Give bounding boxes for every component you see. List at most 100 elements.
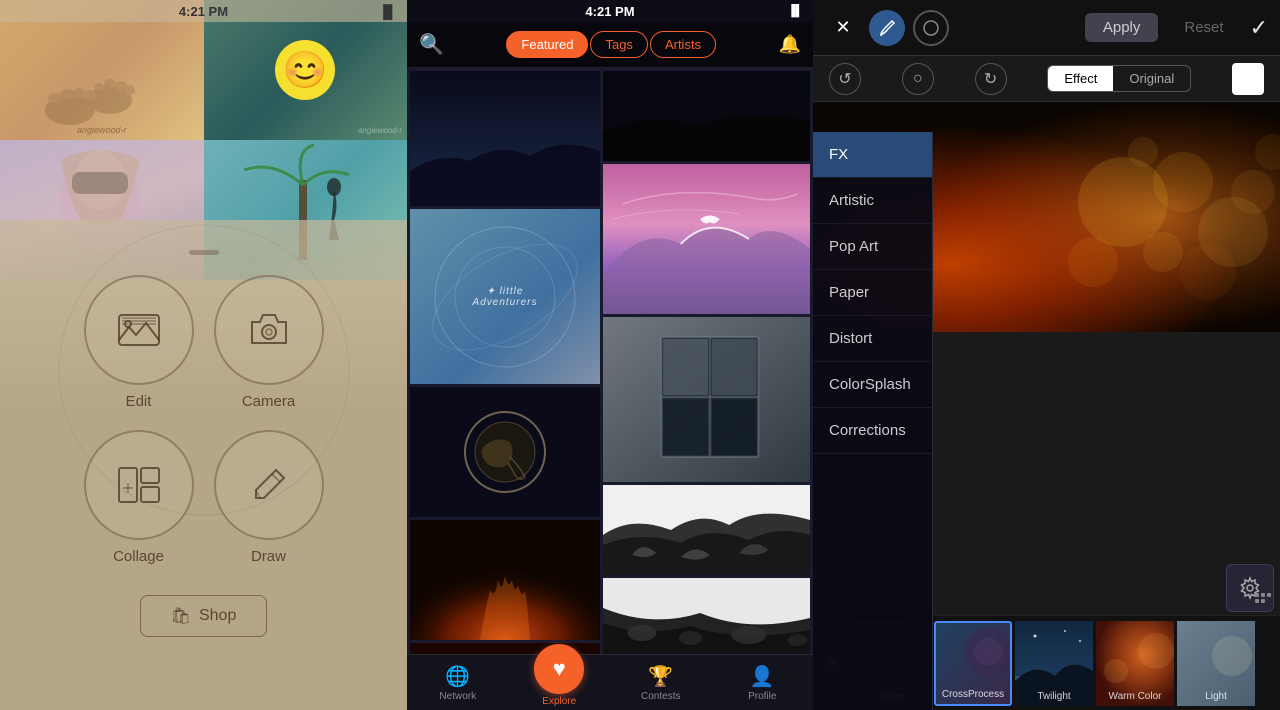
collage-icon [114,460,164,510]
tab-featured[interactable]: Featured [506,31,588,58]
filter-twilight-label: Twilight [1037,691,1070,702]
menu-paper[interactable]: Paper [813,270,932,316]
undo-button[interactable]: ↺ [829,63,861,95]
bell-icon[interactable]: 🔔 [779,34,801,55]
menu-colorsplash[interactable]: ColorSplash [813,362,932,408]
draw-label: Draw [251,548,286,565]
effect-menu: FX Artistic Pop Art Paper Distort ColorS… [813,132,933,710]
brush-icon [878,19,896,37]
menu-item-edit[interactable]: Edit [84,275,194,410]
toolbar-right: Apply Reset ✓ [1085,13,1268,42]
redo-button[interactable]: ↻ [975,63,1007,95]
menu-item-camera[interactable]: Camera [214,275,324,410]
photo-very-dark[interactable] [603,71,810,161]
circle2-button[interactable]: ○ [902,63,934,95]
pink-sky-svg [603,164,810,314]
explore-label: Explore [542,696,576,707]
collage-label: Collage [113,548,164,565]
tab-explore-btn[interactable]: ♥ Explore [529,659,589,707]
menu-popart[interactable]: Pop Art [813,224,932,270]
photo-bw-abstract[interactable] [603,578,810,654]
network-label: Network [439,691,476,702]
menu-corrections[interactable]: Corrections [813,408,932,454]
filter-crossprocess-label: CrossProcess [942,689,1004,700]
tab-effect[interactable]: Effect [1048,66,1113,91]
filter-crossprocess[interactable]: CrossProcess [934,621,1012,706]
time-panel2: 4:21 PM [585,4,634,19]
bw-abstract-svg [603,578,810,654]
filter-light-label: Light [1205,691,1227,702]
photo-pink-sky[interactable] [603,164,810,314]
photo-feed-grid: ✦ littleAdventurers [407,68,813,654]
smiley-emoji: 😊 [275,40,335,100]
tab-profile[interactable]: 👤 Profile [732,664,792,702]
menu-item-collage[interactable]: Collage [84,430,194,565]
drag-indicator [189,250,219,255]
nav-tab-group: Featured Tags Artists [506,31,716,58]
edit-circle[interactable] [84,275,194,385]
fire-dark-svg [410,520,600,640]
collage-circle[interactable] [84,430,194,540]
close-button[interactable]: ✕ [825,10,861,46]
bottom-nav: 🌐 Network ♥ Explore 🏆 Contests 👤 Profile [407,654,813,710]
photo-dark-ring[interactable] [410,387,600,517]
profile-label: Profile [748,691,776,702]
explore-fab[interactable]: ♥ [534,644,584,694]
color-preview [1232,63,1264,95]
camera-label: Camera [242,393,295,410]
editor-toolbar: ✕ Apply Reset ✓ [813,0,1280,56]
menu-artistic[interactable]: Artistic [813,178,932,224]
camera-circle[interactable] [214,275,324,385]
photo-bw-rocks[interactable] [603,485,810,575]
battery-panel2: ▐▌ [787,5,803,17]
image-icon [114,305,164,355]
camera-icon [244,305,294,355]
settings-gear-area[interactable] [1226,564,1274,612]
dark-top-svg [603,71,810,161]
effect-tab-group: Effect Original [1047,65,1191,92]
tab-contests[interactable]: 🏆 Contests [631,664,691,702]
confirm-button[interactable]: ✓ [1250,15,1268,41]
main-menu-overlay: Edit Camera [0,220,407,710]
battery-icon-panel1: ▐▌ [379,4,397,19]
photo-window[interactable] [603,317,810,482]
circle-button[interactable] [913,10,949,46]
circle-icon [922,19,940,37]
tab-tags[interactable]: Tags [590,31,647,58]
trophy-icon: 🏆 [648,664,673,689]
tab-artists[interactable]: Artists [650,31,716,58]
person-icon: 👤 [750,664,775,689]
photo-dark-sky[interactable] [410,71,600,206]
tab-original[interactable]: Original [1113,66,1190,91]
shop-label: Shop [199,607,236,625]
photo-adventure[interactable]: ✦ littleAdventurers [410,209,600,384]
menu-distort[interactable]: Distort [813,316,932,362]
apply-button[interactable]: Apply [1085,13,1159,42]
filter-twilight[interactable]: Twilight [1015,621,1093,706]
panel1-home: 4:21 PM ▐▌ angiewood-r 😊 angiewood-r [0,0,407,710]
brush-button[interactable] [869,10,905,46]
filter-light[interactable]: Light [1177,621,1255,706]
globe-icon: 🌐 [445,664,470,689]
dark-sky-svg [410,71,600,206]
heart-icon: ♥ [553,656,566,682]
shop-button[interactable]: 🛍 Shop [140,595,268,637]
bw-rocks-svg [603,485,810,575]
window-svg [603,317,810,482]
main-menu-grid: Edit Camera [54,275,354,565]
menu-item-draw[interactable]: Draw [214,430,324,565]
contests-label: Contests [641,691,680,702]
time-panel1: 4:21 PM [179,4,228,19]
tab-network[interactable]: 🌐 Network [428,664,488,702]
photo-fire-dark[interactable] [410,520,600,640]
toolbar-left: ✕ [825,10,949,46]
explore-nav: 🔍 Featured Tags Artists 🔔 [407,22,813,68]
menu-fx[interactable]: FX [813,132,932,178]
panel2-explore: 4:21 PM ▐▌ 🔍 Featured Tags Artists 🔔 [407,0,813,710]
draw-circle[interactable] [214,430,324,540]
filter-warmcolor[interactable]: Warm Color [1096,621,1174,706]
search-icon[interactable]: 🔍 [419,32,444,57]
reset-button[interactable]: Reset [1166,13,1241,42]
status-bar-panel1: 4:21 PM ▐▌ [0,0,407,22]
status-bar-panel2: 4:21 PM ▐▌ [407,0,813,22]
